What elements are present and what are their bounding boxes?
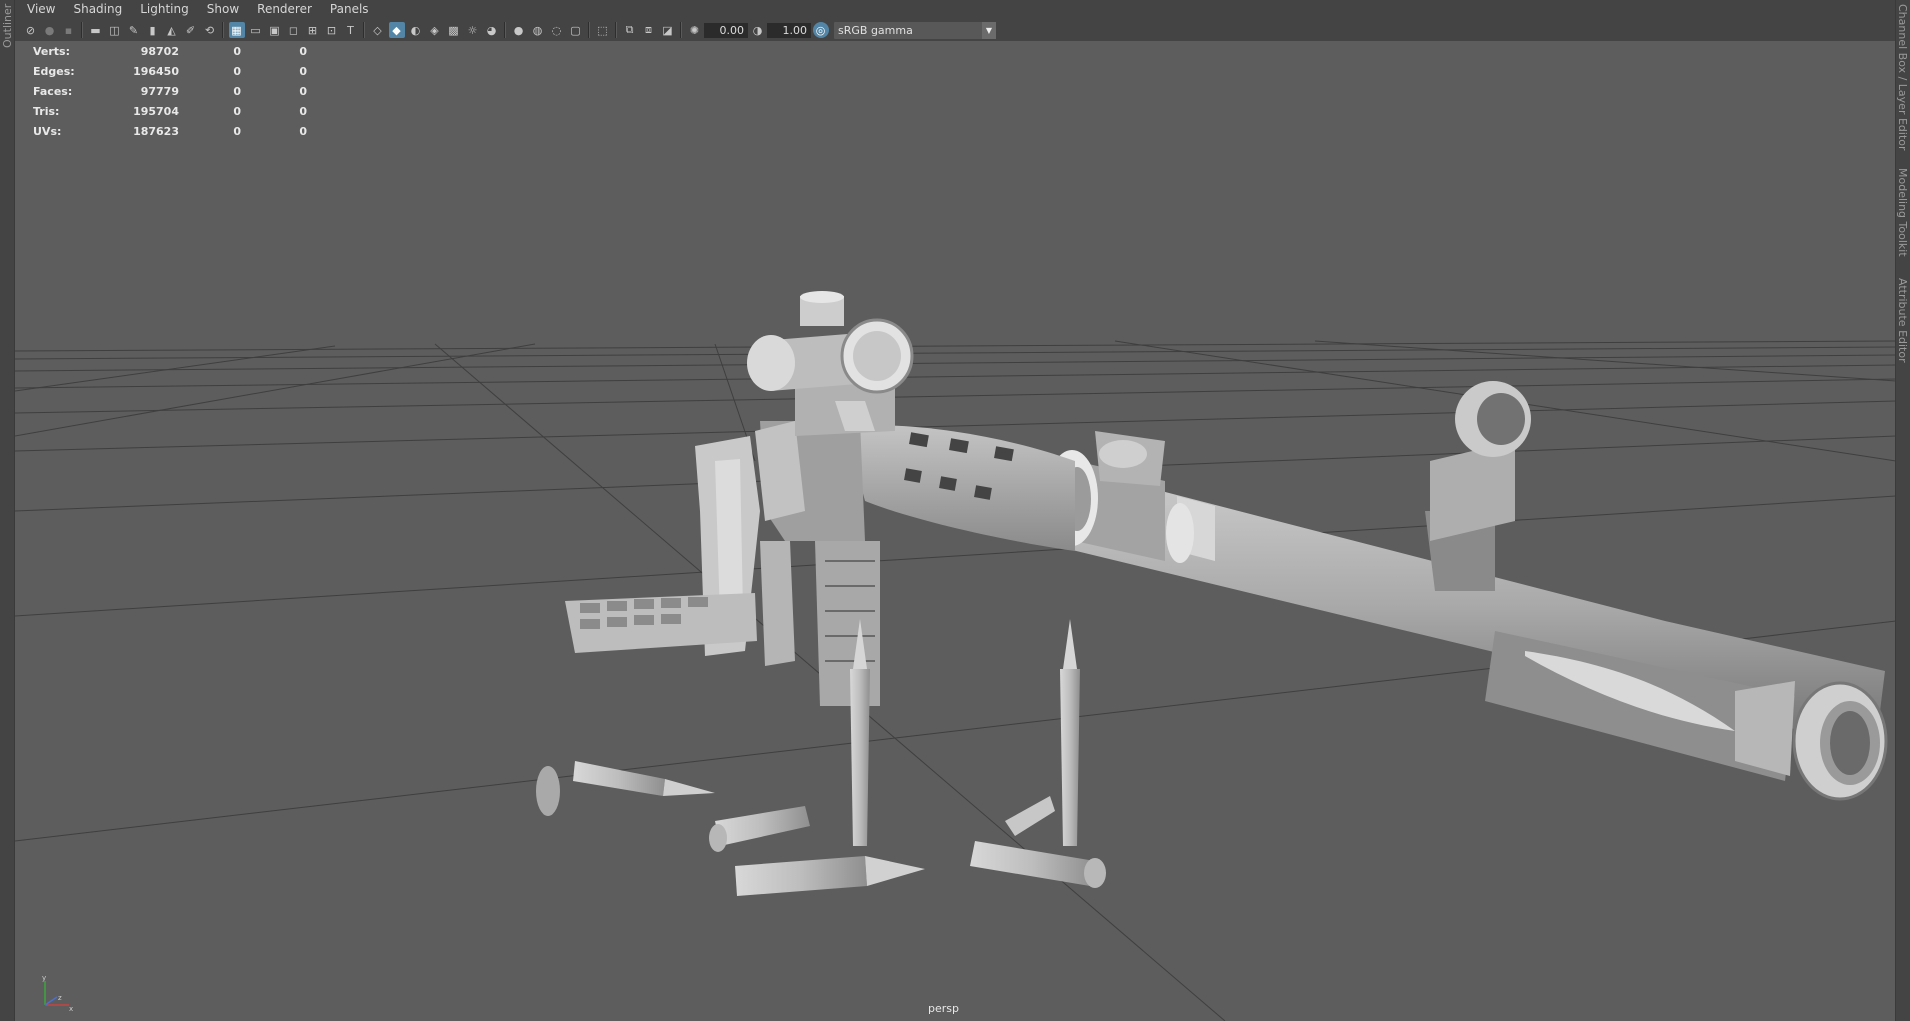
field-chart-icon[interactable]: ⊞: [305, 22, 321, 38]
hud-row-verts: Verts: 98702 0 0: [33, 41, 307, 61]
image-plane-icon[interactable]: ▬: [88, 22, 104, 38]
panel-menubar: View Shading Lighting Show Renderer Pane…: [15, 0, 1896, 19]
menu-lighting[interactable]: Lighting: [129, 0, 196, 19]
hud-value: 0: [299, 84, 307, 98]
panel-toolbar: ⊘ ● ▪ ▬ ◫ ✎ ▮ ◭ ✐ ⟲ ▦ ▭ ▣ ◻ ⊞ ⊡ T ◇ ◆ ◐ …: [15, 19, 1896, 42]
exposure-field[interactable]: [704, 22, 748, 38]
axis-x-label: x: [69, 1005, 73, 1013]
toolbar-divider: [81, 22, 83, 38]
axis-y-label: y: [42, 974, 46, 982]
depth-of-field-icon[interactable]: ▢: [568, 22, 584, 38]
hud-label: Edges:: [33, 64, 75, 78]
hud-value: 195704: [133, 104, 179, 118]
outliner-strip[interactable]: Outliner: [0, 0, 15, 1021]
safe-title-icon[interactable]: T: [343, 22, 359, 38]
hud-value: 0: [233, 84, 241, 98]
hud-label: UVs:: [33, 124, 62, 138]
default-material-icon[interactable]: ◐: [408, 22, 424, 38]
anti-aliasing-icon[interactable]: ◌: [549, 22, 565, 38]
hud-row-uvs: UVs: 187623 0 0: [33, 121, 307, 141]
gamma-field[interactable]: [767, 22, 811, 38]
smooth-shade-icon[interactable]: ◆: [388, 22, 405, 38]
menu-view[interactable]: View: [15, 0, 62, 19]
textured-icon[interactable]: ◈: [427, 22, 443, 38]
gamma-icon[interactable]: ◑: [750, 22, 766, 38]
camera-attributes-icon[interactable]: ▪: [61, 22, 77, 38]
viewport-canvas: [15, 291, 1896, 1021]
hud-value: 187623: [133, 124, 179, 138]
select-camera-icon[interactable]: ⊘: [23, 22, 39, 38]
menu-show[interactable]: Show: [196, 0, 246, 19]
toolbar-divider: [363, 22, 365, 38]
right-panel-strip: Channel Box / Layer Editor Modeling Tool…: [1895, 0, 1910, 1021]
hud-row-faces: Faces: 97779 0 0: [33, 81, 307, 101]
pivot-icon[interactable]: ⟲: [202, 22, 218, 38]
color-management-icon[interactable]: ◎: [812, 22, 829, 38]
hud-value: 196450: [133, 64, 179, 78]
axis-z-label: z: [58, 994, 62, 1002]
hud-value: 0: [299, 44, 307, 58]
hud-value: 0: [233, 124, 241, 138]
xray-icon[interactable]: ⧉: [622, 22, 638, 38]
outliner-tab[interactable]: Outliner: [1, 4, 14, 64]
hud-value: 0: [233, 64, 241, 78]
attribute-editor-tab[interactable]: Attribute Editor: [1896, 278, 1909, 363]
exposure-icon[interactable]: ✺: [687, 22, 703, 38]
poly-count-hud: Verts: 98702 0 0 Edges: 196450 0 0 Faces…: [33, 41, 307, 141]
2d-pan-zoom-icon[interactable]: ◫: [107, 22, 123, 38]
toolbar-divider: [615, 22, 617, 38]
bookmark-icon[interactable]: ▮: [145, 22, 161, 38]
hud-value: 0: [299, 104, 307, 118]
color-space-dropdown[interactable]: sRGB gamma ▼: [834, 21, 996, 39]
film-gate-icon[interactable]: ▭: [248, 22, 264, 38]
snap-icon[interactable]: ✐: [183, 22, 199, 38]
xray-components-icon[interactable]: ◪: [660, 22, 676, 38]
hud-value: 0: [299, 64, 307, 78]
isolate-select-icon[interactable]: ⬚: [595, 22, 611, 38]
camera-name-label: persp: [928, 1002, 959, 1015]
hud-value: 0: [299, 124, 307, 138]
hud-row-edges: Edges: 196450 0 0: [33, 61, 307, 81]
modeling-toolkit-tab[interactable]: Modeling Toolkit: [1896, 168, 1909, 260]
hud-value: 97779: [140, 84, 179, 98]
safe-action-icon[interactable]: ⊡: [324, 22, 340, 38]
hud-label: Verts:: [33, 44, 71, 58]
lock-camera-icon[interactable]: ●: [42, 22, 58, 38]
hud-row-tris: Tris: 195704 0 0: [33, 101, 307, 121]
wireframe-icon[interactable]: ◇: [370, 22, 386, 38]
channel-box-tab[interactable]: Channel Box / Layer Editor: [1896, 4, 1909, 151]
checker-icon[interactable]: ▩: [446, 22, 462, 38]
toolbar-divider: [680, 22, 682, 38]
chevron-down-icon[interactable]: ▼: [982, 21, 996, 39]
camera-icon[interactable]: ◭: [164, 22, 180, 38]
hud-value: 98702: [140, 44, 179, 58]
xray-joints-icon[interactable]: ⧈: [641, 22, 657, 38]
menu-shading[interactable]: Shading: [62, 0, 129, 19]
hud-label: Faces:: [33, 84, 73, 98]
toolbar-divider: [504, 22, 506, 38]
toolbar-divider: [588, 22, 590, 38]
hud-label: Tris:: [33, 104, 60, 118]
screen-space-ao-icon[interactable]: ●: [511, 22, 527, 38]
use-all-lights-icon[interactable]: ☼: [465, 22, 481, 38]
resolution-gate-icon[interactable]: ▣: [267, 22, 283, 38]
grid-icon[interactable]: ▦: [228, 22, 245, 38]
motion-blur-icon[interactable]: ◍: [530, 22, 546, 38]
menu-renderer[interactable]: Renderer: [246, 0, 319, 19]
hud-value: 0: [233, 104, 241, 118]
shadows-icon[interactable]: ◕: [484, 22, 500, 38]
hud-value: 0: [233, 44, 241, 58]
gate-mask-icon[interactable]: ◻: [286, 22, 302, 38]
grease-pencil-icon[interactable]: ✎: [126, 22, 142, 38]
color-space-label: sRGB gamma: [838, 23, 913, 37]
menu-panels[interactable]: Panels: [319, 0, 376, 19]
toolbar-divider: [222, 22, 224, 38]
perspective-viewport[interactable]: Verts: 98702 0 0 Edges: 196450 0 0 Faces…: [15, 41, 1896, 1021]
axis-gizmo-icon: y z x: [42, 974, 73, 1013]
